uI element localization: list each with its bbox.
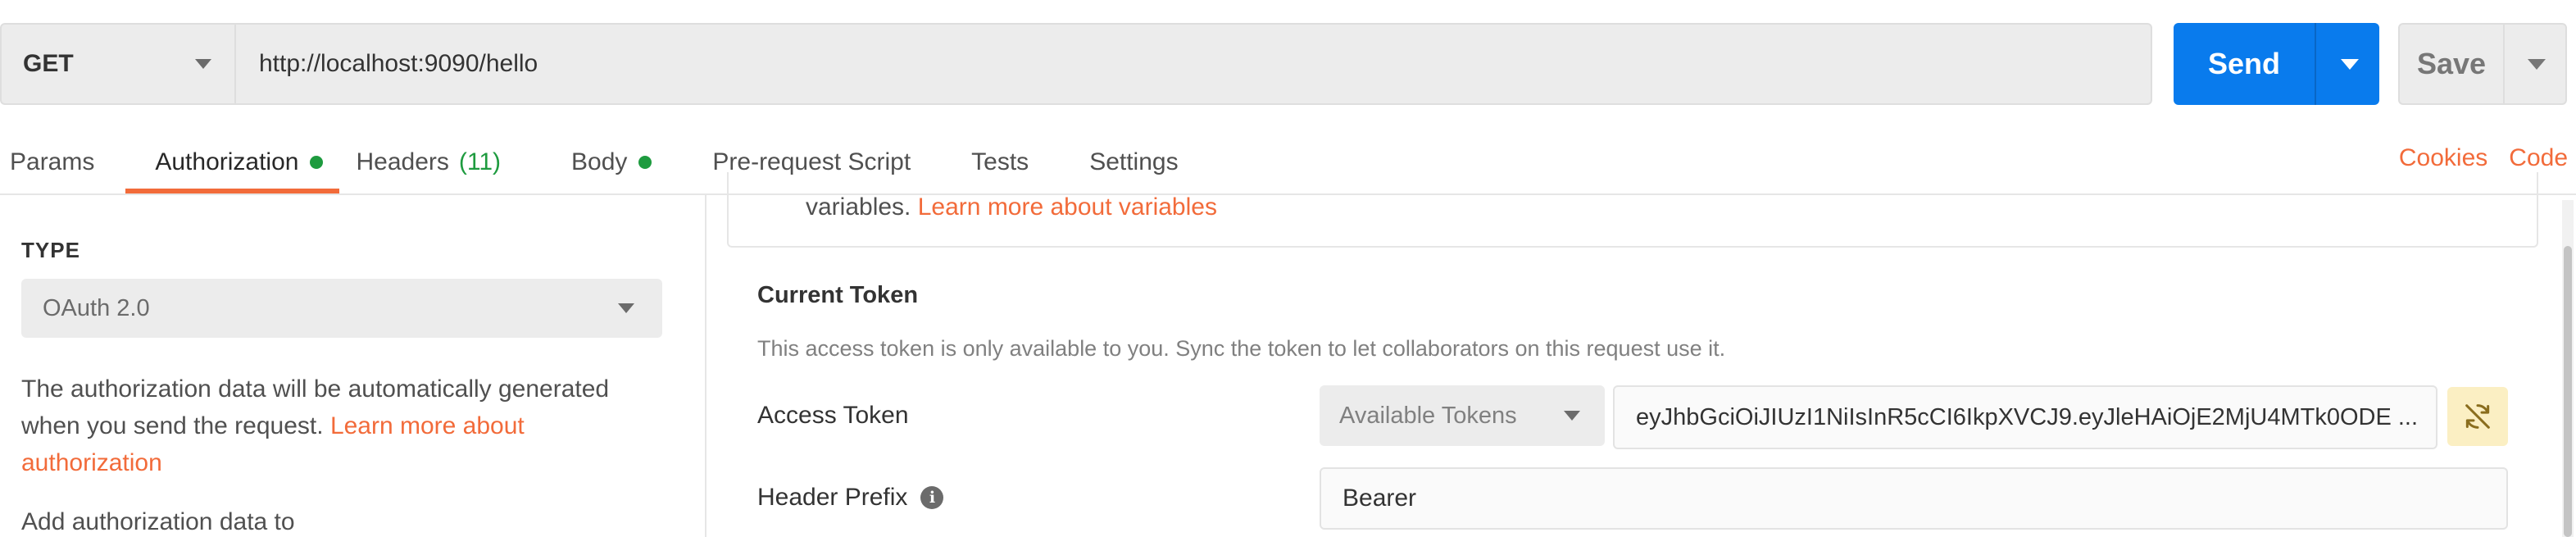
- auth-type-value: OAuth 2.0: [43, 294, 150, 321]
- chevron-down-icon: [195, 59, 211, 69]
- access-token-value: eyJhbGciOiJIUzI1NiIsInR5cCI6IkpXVCJ9.eyJ…: [1636, 403, 2419, 430]
- scrollbar-thumb[interactable]: [2564, 246, 2572, 537]
- type-label: TYPE: [21, 238, 80, 262]
- tab-headers[interactable]: Headers (11): [356, 131, 501, 193]
- send-button[interactable]: Send: [2174, 23, 2379, 105]
- available-tokens-label: Available Tokens: [1339, 402, 1517, 429]
- sync-token-button[interactable]: [2447, 387, 2508, 446]
- current-token-title: Current Token: [757, 282, 919, 308]
- method-select[interactable]: GET: [2, 25, 236, 103]
- headers-count: (11): [458, 148, 501, 175]
- url-input[interactable]: http://localhost:9090/hello: [236, 50, 538, 78]
- chevron-down-icon: [1564, 411, 1580, 421]
- send-divider: [2315, 23, 2316, 105]
- auth-type-select[interactable]: OAuth 2.0: [21, 279, 662, 338]
- tab-params[interactable]: Params: [10, 131, 94, 193]
- save-button-label: Save: [2416, 47, 2487, 80]
- available-tokens-select[interactable]: Available Tokens: [1320, 385, 1605, 446]
- save-divider: [2503, 25, 2505, 103]
- tab-label: Params: [10, 148, 95, 175]
- request-bar: GET http://localhost:9090/hello: [0, 23, 2152, 105]
- variables-info-text: variables.: [806, 193, 911, 221]
- access-token-input[interactable]: eyJhbGciOiJIUzI1NiIsInR5cCI6IkpXVCJ9.eyJ…: [1613, 385, 2437, 449]
- tab-body[interactable]: Body: [571, 131, 652, 193]
- tab-label: Body: [571, 148, 628, 175]
- add-auth-label: Add authorization data to: [21, 508, 295, 535]
- header-prefix-value: Bearer: [1343, 485, 1417, 512]
- sync-off-icon: [2465, 404, 2490, 429]
- top-links: Cookies Code: [2399, 144, 2568, 172]
- tab-authorization[interactable]: Authorization: [125, 131, 340, 193]
- save-button[interactable]: Save: [2398, 23, 2567, 105]
- status-dot-icon: [310, 156, 324, 169]
- chevron-down-icon: [618, 303, 634, 313]
- header-prefix-row-label: Header Prefix i: [757, 484, 944, 512]
- tab-label: Headers: [356, 148, 449, 175]
- method-value: GET: [23, 50, 74, 77]
- token-note: This access token is only available to y…: [757, 336, 1726, 361]
- status-dot-icon: [638, 156, 652, 169]
- cookies-link[interactable]: Cookies: [2399, 144, 2487, 172]
- pane-divider: [705, 195, 706, 537]
- header-prefix-label: Header Prefix: [757, 484, 908, 511]
- info-icon[interactable]: i: [920, 486, 944, 509]
- auth-description: The authorization data will be automatic…: [21, 371, 669, 481]
- save-options-chevron-icon[interactable]: [2528, 58, 2546, 70]
- tab-label: Authorization: [155, 148, 299, 175]
- header-prefix-input[interactable]: Bearer: [1320, 467, 2508, 530]
- variables-info: variables. Learn more about variables: [806, 193, 1217, 221]
- code-link[interactable]: Code: [2509, 144, 2568, 172]
- access-token-label: Access Token: [757, 402, 909, 429]
- learn-more-variables-link[interactable]: Learn more about variables: [918, 193, 1217, 221]
- send-options-chevron-icon[interactable]: [2341, 58, 2359, 70]
- send-button-label: Send: [2207, 47, 2280, 80]
